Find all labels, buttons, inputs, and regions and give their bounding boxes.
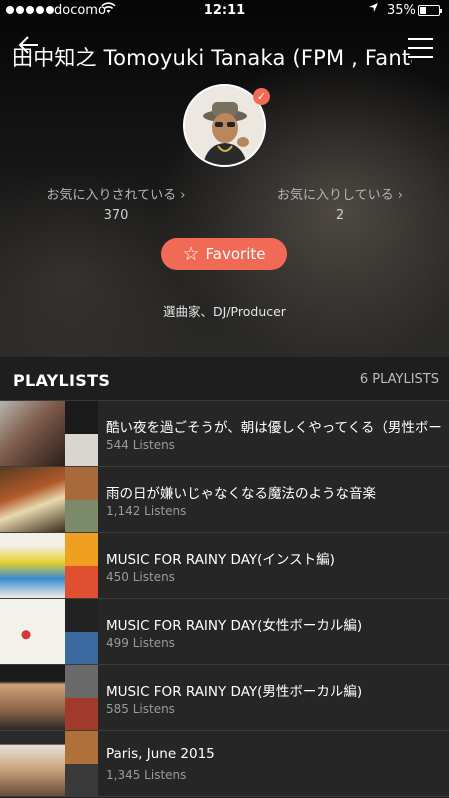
status-bar: docomo 12:11 35% bbox=[0, 0, 449, 22]
back-arrow-icon[interactable] bbox=[18, 34, 40, 60]
playlist-name: 雨の日が嫌いじゃなくなる魔法のような音楽 bbox=[106, 486, 376, 502]
star-icon: ☆ bbox=[182, 242, 200, 265]
playlist-listens: 499 Listens bbox=[106, 636, 175, 650]
playlist-artwork bbox=[0, 467, 98, 532]
playlist-listens: 1,142 Listens bbox=[106, 504, 187, 518]
playlist-name: MUSIC FOR RAINY DAY(インスト編) bbox=[106, 552, 335, 568]
playlist-list: 酷い夜を過ごそうが、朝は優しくやってくる（男性ボーカル編） 544 Listen… bbox=[0, 401, 449, 797]
playlist-artwork bbox=[0, 533, 98, 598]
clock: 12:11 bbox=[203, 3, 246, 18]
playlist-artwork bbox=[0, 599, 98, 664]
playlist-listens: 585 Listens bbox=[106, 702, 175, 716]
followers-stat[interactable]: お気に入りされている › 370 bbox=[26, 184, 206, 223]
profile-bio: 選曲家、DJ/Producer bbox=[163, 304, 286, 319]
playlist-item[interactable]: MUSIC FOR RAINY DAY(インスト編) 450 Listens bbox=[0, 533, 449, 599]
profile-header: docomo 12:11 35% 田中知之 Tomoyuki Tanaka (F… bbox=[0, 0, 449, 357]
playlists-header: PLAYLISTS 6 PLAYLISTS bbox=[0, 357, 449, 401]
followers-label: お気に入りされている › bbox=[46, 188, 186, 203]
following-count: 2 bbox=[335, 208, 345, 223]
playlist-artwork bbox=[0, 401, 98, 466]
location-arrow-icon bbox=[368, 2, 379, 16]
playlist-item[interactable]: Paris, June 2015 1,345 Listens bbox=[0, 731, 449, 797]
playlist-item[interactable]: 酷い夜を過ごそうが、朝は優しくやってくる（男性ボーカル編） 544 Listen… bbox=[0, 401, 449, 467]
battery-icon bbox=[418, 5, 442, 16]
playlist-item[interactable]: MUSIC FOR RAINY DAY(女性ボーカル編) 499 Listens bbox=[0, 599, 449, 665]
playlist-name: MUSIC FOR RAINY DAY(女性ボーカル編) bbox=[106, 618, 363, 634]
page-title: 田中知之 Tomoyuki Tanaka (FPM , Fantastic bbox=[12, 46, 412, 70]
following-label: お気に入りしている › bbox=[277, 188, 403, 203]
playlist-listens: 544 Listens bbox=[106, 438, 175, 452]
verified-check-icon: ✓ bbox=[253, 88, 270, 105]
following-stat[interactable]: お気に入りしている › 2 bbox=[250, 184, 430, 223]
avatar: ✓ bbox=[183, 84, 270, 167]
playlist-listens: 1,345 Listens bbox=[106, 768, 187, 782]
playlist-name: MUSIC FOR RAINY DAY(男性ボーカル編) bbox=[106, 684, 363, 700]
menu-icon[interactable] bbox=[408, 38, 433, 58]
battery-percentage: 35% bbox=[387, 3, 416, 18]
favorite-label: Favorite bbox=[205, 245, 266, 263]
playlist-listens: 450 Listens bbox=[106, 570, 175, 584]
playlists-title: PLAYLISTS bbox=[13, 371, 111, 390]
playlist-name: 酷い夜を過ごそうが、朝は優しくやってくる（男性ボーカル編） bbox=[106, 420, 442, 436]
playlists-count: 6 PLAYLISTS bbox=[359, 372, 439, 387]
followers-count: 370 bbox=[103, 208, 129, 223]
playlist-artwork bbox=[0, 731, 98, 796]
playlist-item[interactable]: MUSIC FOR RAINY DAY(男性ボーカル編) 585 Listens bbox=[0, 665, 449, 731]
playlist-name: Paris, June 2015 bbox=[106, 746, 215, 762]
favorite-button[interactable]: ☆ Favorite bbox=[161, 238, 287, 270]
playlist-item[interactable]: 雨の日が嫌いじゃなくなる魔法のような音楽 1,142 Listens bbox=[0, 467, 449, 533]
playlist-artwork bbox=[0, 665, 98, 730]
